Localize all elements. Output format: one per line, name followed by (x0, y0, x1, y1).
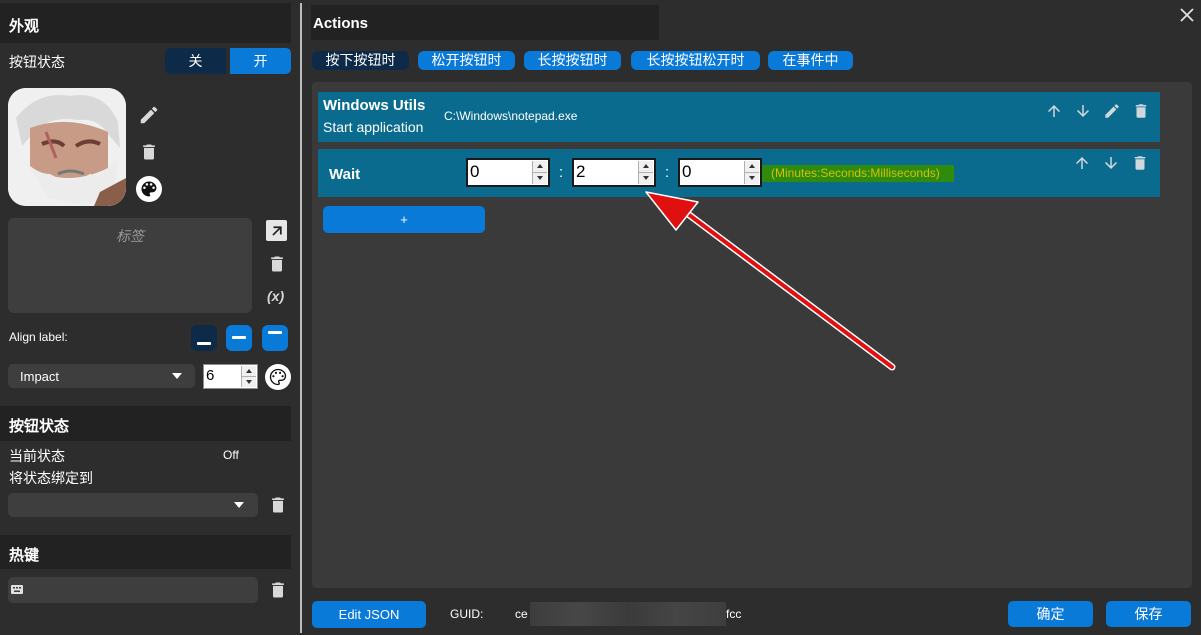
font-size-input[interactable]: 6 (203, 364, 258, 389)
arrow-up-icon (1076, 157, 1088, 169)
current-state-label: 当前状态 (9, 448, 65, 464)
hotkey-input[interactable] (8, 577, 258, 603)
variable-button[interactable]: (x) (267, 288, 284, 304)
tab-key-down[interactable]: 按下按钮时 (312, 51, 409, 70)
edit-image-button[interactable] (137, 103, 161, 127)
state-header: 按钮状态 (0, 406, 291, 441)
guid-value-start: ce (515, 607, 528, 621)
font-size-value: 6 (206, 367, 215, 384)
move-up-button[interactable] (1043, 100, 1065, 122)
delete-action-button[interactable] (1129, 152, 1151, 174)
guid-value-end: fcc (726, 607, 742, 621)
stepper-up[interactable] (242, 366, 256, 377)
trash-icon (1135, 104, 1147, 118)
move-down-button[interactable] (1100, 152, 1122, 174)
button-image[interactable] (8, 88, 126, 206)
palette-icon (141, 181, 157, 197)
toggle-off-button[interactable]: 关 (165, 48, 226, 74)
font-size-stepper[interactable] (241, 366, 256, 387)
action-subtitle: Start application (323, 119, 424, 135)
tab-on-event[interactable]: 在事件中 (768, 51, 853, 70)
tab-long-press-release[interactable]: 长按按钮松开时 (631, 51, 760, 70)
minutes-input[interactable]: 0 (466, 158, 550, 187)
pencil-icon (1105, 104, 1119, 118)
action-path: C:\Windows\notepad.exe (444, 109, 578, 123)
arrow-up-icon (1048, 105, 1060, 117)
time-separator: : (665, 164, 670, 181)
font-select[interactable]: Impact (8, 364, 195, 388)
action-title: Windows Utils (323, 97, 426, 114)
milliseconds-value: 0 (682, 162, 692, 181)
align-bottom-button[interactable] (191, 325, 217, 351)
seconds-value: 2 (576, 162, 586, 181)
delete-image-button[interactable] (137, 140, 161, 164)
trash-icon (272, 582, 284, 598)
stepper-up[interactable] (639, 161, 653, 173)
chevron-down-icon (172, 373, 182, 379)
font-color-button[interactable] (265, 364, 291, 390)
label-placeholder: 标签 (116, 228, 144, 244)
arrow-up-right-icon (271, 225, 282, 236)
time-separator: : (559, 164, 564, 181)
save-button[interactable]: 保存 (1106, 601, 1191, 627)
actions-header: Actions (311, 5, 659, 40)
close-icon (1180, 8, 1194, 22)
guid-redacted (530, 602, 726, 626)
stepper-up[interactable] (745, 161, 759, 173)
minutes-stepper[interactable] (532, 161, 547, 184)
trash-icon (143, 144, 155, 160)
open-label-editor-button[interactable] (266, 220, 287, 241)
pencil-icon (140, 106, 158, 124)
tab-key-up[interactable]: 松开按钮时 (418, 51, 515, 70)
state-header-text: 按钮状态 (9, 418, 70, 435)
stepper-down[interactable] (533, 173, 547, 185)
bind-state-label: 将状态绑定到 (9, 470, 93, 486)
ok-button[interactable]: 确定 (1008, 601, 1093, 627)
trash-icon (272, 497, 284, 513)
align-middle-button[interactable] (226, 325, 252, 351)
palette-icon (269, 368, 287, 386)
appearance-header-text: 外观 (9, 18, 40, 35)
minutes-value: 0 (470, 162, 480, 181)
chevron-down-icon (234, 502, 244, 508)
hotkey-header: 热键 (0, 535, 291, 569)
move-up-button[interactable] (1071, 152, 1093, 174)
bind-state-select[interactable] (8, 493, 258, 517)
trash-icon (271, 256, 283, 272)
edit-json-button[interactable]: Edit JSON (312, 601, 426, 628)
appearance-header: 外观 (0, 3, 291, 43)
trash-icon (1134, 156, 1146, 170)
annotation-arrow (645, 191, 896, 371)
delete-state-binding-button[interactable] (267, 493, 289, 517)
align-label-text: Align label: (9, 330, 68, 344)
label-textarea[interactable]: 标签 (8, 218, 252, 313)
arrow-down-icon (1105, 157, 1117, 169)
action-row-windows-utils[interactable]: Windows Utils Start application C:\Windo… (318, 92, 1160, 142)
close-button[interactable] (1178, 6, 1196, 24)
hotkey-header-text: 热键 (9, 547, 40, 564)
button-state-label: 按钮状态 (9, 54, 65, 70)
toggle-on-button[interactable]: 开 (230, 48, 291, 74)
delete-label-button[interactable] (266, 252, 288, 276)
delete-hotkey-button[interactable] (267, 578, 289, 602)
stepper-down[interactable] (242, 377, 256, 388)
add-action-button[interactable]: + (323, 206, 485, 233)
wait-title: Wait (329, 166, 361, 183)
font-select-value: Impact (20, 369, 60, 384)
keyboard-icon (11, 585, 23, 594)
guid-label: GUID: (450, 607, 484, 621)
arrow-down-icon (1077, 105, 1089, 117)
stepper-up[interactable] (533, 161, 547, 173)
move-down-button[interactable] (1072, 100, 1094, 122)
tab-long-press[interactable]: 长按按钮时 (524, 51, 621, 70)
current-state-value: Off (223, 448, 239, 462)
align-top-button[interactable] (262, 325, 288, 351)
actions-header-text: Actions (313, 15, 369, 32)
edit-action-button[interactable] (1101, 100, 1123, 122)
delete-action-button[interactable] (1130, 100, 1152, 122)
panel-divider (300, 3, 302, 633)
palette-button[interactable] (136, 176, 162, 202)
